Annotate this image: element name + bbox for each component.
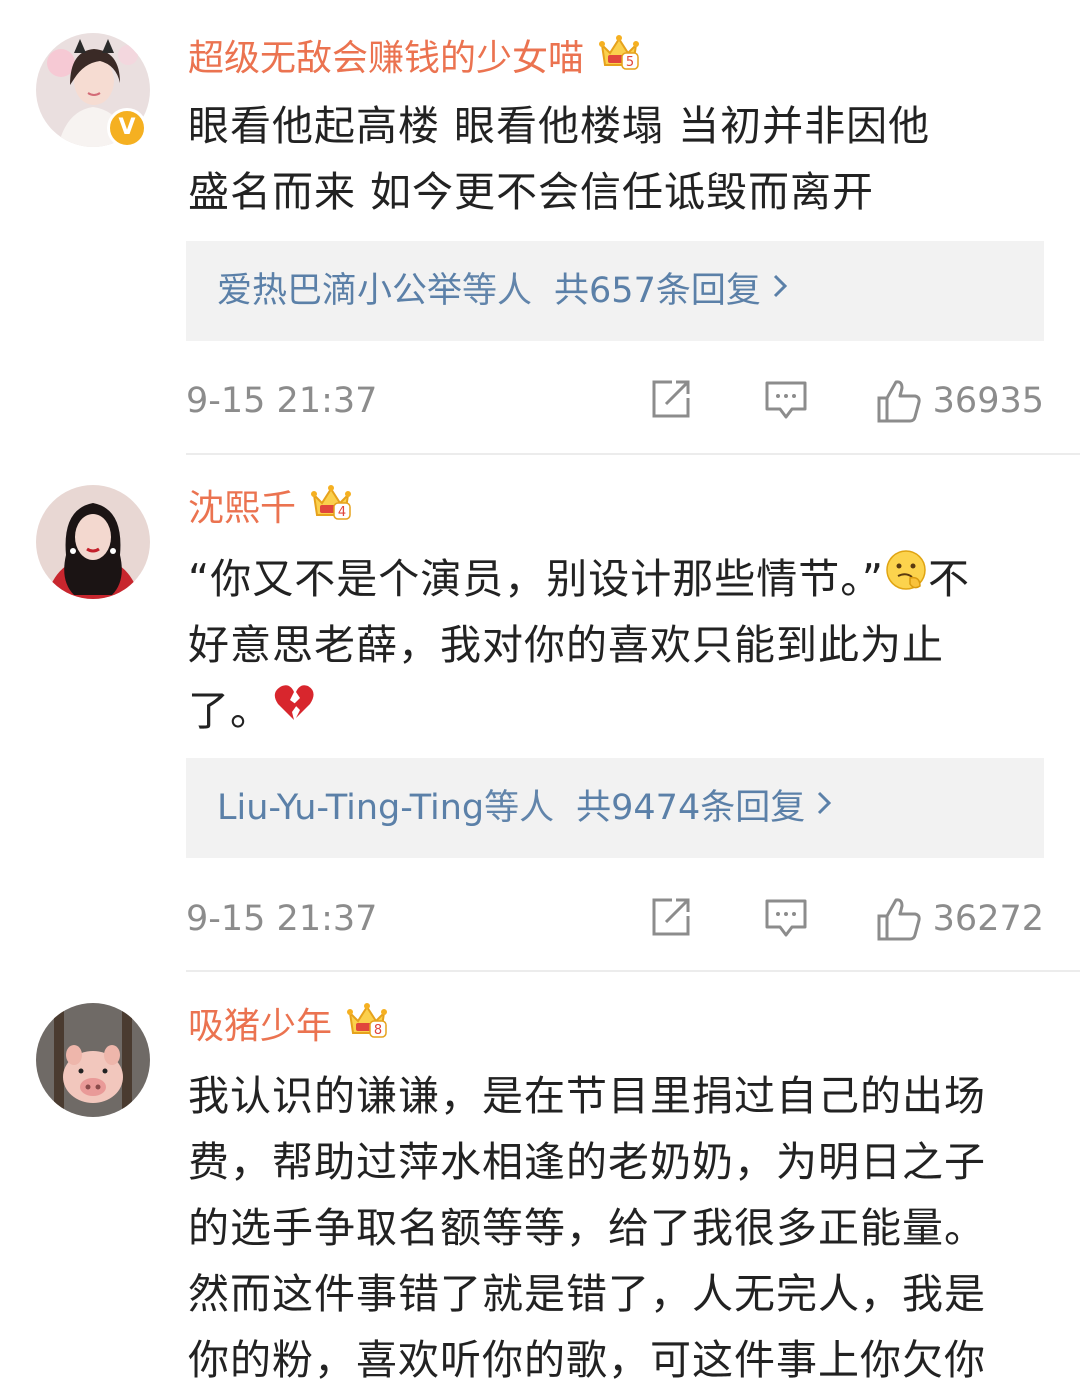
reply-count[interactable]: 共657条回复 bbox=[554, 271, 761, 311]
comment-footer: 9-15 21:37 36272 bbox=[186, 894, 1044, 944]
like-count: 36935 bbox=[932, 381, 1044, 421]
thumbs-up-icon[interactable] bbox=[876, 378, 922, 428]
comment-content: 我认识的谦谦，是在节目里捐过自己的出场 费，帮助过萍水相逢的老奶奶，为明日之子 … bbox=[188, 1063, 1048, 1393]
reply-others-label: 等人 bbox=[462, 271, 533, 311]
content-line: “你又不是个演员，别设计那些情节。” bbox=[188, 555, 884, 603]
thinking-emoji-icon bbox=[884, 545, 928, 611]
avatar[interactable] bbox=[36, 1003, 150, 1117]
share-icon[interactable] bbox=[650, 378, 694, 424]
username-row: 超级无敌会赚钱的少女喵 5 bbox=[188, 35, 640, 83]
timestamp: 9-15 21:37 bbox=[186, 381, 378, 421]
content-line-tail: 不 bbox=[927, 555, 970, 603]
chevron-right-icon bbox=[771, 267, 789, 311]
username[interactable]: 吸猪少年 bbox=[188, 1006, 332, 1047]
reply-users[interactable]: Liu-Yu-Ting-Ting bbox=[217, 788, 484, 828]
divider bbox=[186, 970, 1080, 972]
vip-crown-icon: 8 bbox=[346, 999, 388, 1051]
content-line: 盛名而来 如今更不会信任诋毁而离开 bbox=[188, 168, 875, 216]
reply-others-label: 等人 bbox=[484, 788, 555, 828]
username[interactable]: 沈熙千 bbox=[188, 488, 296, 529]
chevron-right-icon bbox=[815, 784, 833, 828]
content-line: 好意思老薛，我对你的喜欢只能到此为止 bbox=[188, 621, 944, 669]
username[interactable]: 超级无敌会赚钱的少女喵 bbox=[188, 38, 584, 79]
username-row: 吸猪少年 8 bbox=[188, 1003, 388, 1051]
content-line: 然而这件事错了就是错了，人无完人，我是 bbox=[188, 1270, 986, 1318]
reply-summary[interactable]: 爱热巴滴小公举等人 共657条回复 bbox=[186, 241, 1044, 341]
vip-crown-icon: 5 bbox=[598, 31, 640, 83]
svg-text:4: 4 bbox=[338, 505, 346, 520]
content-line: 费，帮助过萍水相逢的老奶奶，为明日之子 bbox=[188, 1138, 986, 1186]
svg-text:8: 8 bbox=[374, 1023, 382, 1038]
share-icon[interactable] bbox=[650, 896, 694, 942]
comment-icon[interactable] bbox=[764, 378, 808, 426]
svg-text:5: 5 bbox=[626, 55, 634, 70]
reply-summary[interactable]: Liu-Yu-Ting-Ting等人 共9474条回复 bbox=[186, 758, 1044, 858]
comment-content: 眼看他起高楼 眼看他楼塌 当初并非因他 盛名而来 如今更不会信任诋毁而离开 bbox=[188, 93, 1048, 225]
reply-users[interactable]: 爱热巴滴小公举 bbox=[217, 271, 462, 311]
broken-heart-icon bbox=[272, 677, 316, 743]
content-line: 的选手争取名额等等，给了我很多正能量。 bbox=[188, 1204, 986, 1252]
like-count: 36272 bbox=[932, 899, 1044, 939]
username-row: 沈熙千 4 bbox=[188, 485, 352, 533]
content-line: 我认识的谦谦，是在节目里捐过自己的出场 bbox=[188, 1072, 986, 1120]
reply-count[interactable]: 共9474条回复 bbox=[576, 788, 805, 828]
comment-content: “你又不是个演员，别设计那些情节。” 不 好意思老薛，我对你的喜欢只能到此为止 … bbox=[188, 546, 1048, 744]
comment-footer: 9-15 21:37 36935 bbox=[186, 376, 1044, 426]
comment-icon[interactable] bbox=[764, 896, 808, 944]
thumbs-up-icon[interactable] bbox=[876, 896, 922, 946]
content-line: 了。 bbox=[188, 687, 272, 735]
vip-crown-icon: 4 bbox=[310, 481, 352, 533]
content-line: 眼看他起高楼 眼看他楼塌 当初并非因他 bbox=[188, 102, 931, 150]
avatar[interactable] bbox=[36, 485, 150, 599]
timestamp: 9-15 21:37 bbox=[186, 899, 378, 939]
divider bbox=[186, 453, 1080, 455]
content-line: 你的粉，喜欢听你的歌，可这件事上你欠你 bbox=[188, 1336, 986, 1384]
verified-badge-icon: V bbox=[107, 108, 147, 148]
